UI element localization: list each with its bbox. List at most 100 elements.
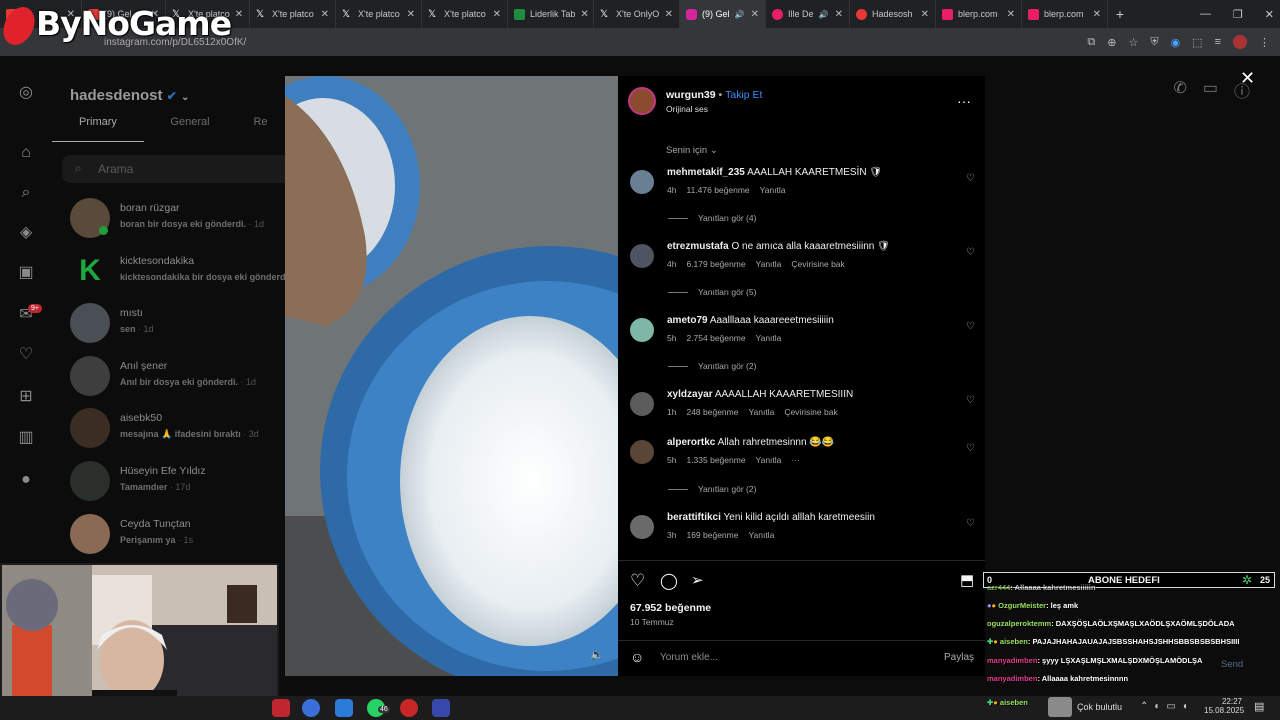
reply-button[interactable]: Yanıtla (760, 185, 786, 195)
profile-avatar[interactable]: ● (17, 471, 35, 489)
new-tab-button[interactable]: + (1108, 6, 1132, 22)
close-tab-icon[interactable]: ✕ (321, 9, 329, 20)
avatar[interactable] (630, 244, 654, 268)
extensions-icon[interactable]: ⬚ (1192, 36, 1202, 49)
dashboard-icon[interactable]: ▥ (17, 429, 35, 447)
browser-tab[interactable]: blerp.com ✕ (1022, 0, 1108, 28)
phone-icon[interactable]: ✆ (1173, 78, 1186, 102)
search-icon[interactable]: ⌕ (17, 184, 35, 202)
comment-input[interactable]: Yorum ekle... (660, 652, 718, 663)
like-count[interactable]: 6.179 beğenme (686, 259, 745, 269)
comment-user[interactable]: etrezmustafa (667, 241, 729, 252)
browser-tab[interactable]: 𝕏 X'te platco ✕ (422, 0, 508, 28)
mute-icon[interactable]: 🔈 (590, 648, 604, 661)
like-count[interactable]: 2.754 beğenme (686, 333, 745, 343)
like-heart-icon[interactable]: ♡ (966, 247, 975, 258)
reply-button[interactable]: Yanıtla (748, 407, 774, 417)
conversation-item[interactable]: Ceyda Tunçtan Perişanım ya · 1s (70, 514, 285, 562)
system-tray-icons[interactable]: ⌃◐▭◖ (1140, 701, 1194, 712)
taskbar-app-icon[interactable] (432, 699, 450, 717)
comment-options-icon[interactable]: ··· (791, 455, 800, 465)
tab-general[interactable]: General (144, 116, 236, 142)
close-tab-icon[interactable]: ✕ (835, 9, 843, 20)
comment-sort-dropdown[interactable]: Senin için ⌄ (666, 145, 718, 156)
view-replies-link[interactable]: Yanıtları gör (2) (668, 361, 756, 371)
close-tab-icon[interactable]: ✕ (235, 9, 243, 20)
emoji-icon[interactable]: ☺ (630, 649, 644, 665)
like-count[interactable]: 248 beğenme (686, 407, 738, 417)
browser-tab[interactable]: Ille De 🔊 ✕ (766, 0, 850, 28)
notifications-heart-icon[interactable]: ♡ (17, 346, 35, 364)
instagram-logo-icon[interactable]: ◎ (17, 84, 35, 102)
close-tab-icon[interactable]: ✕ (1007, 9, 1015, 20)
post-video[interactable]: 🔈 (285, 76, 618, 676)
profile-avatar[interactable] (1233, 35, 1247, 49)
like-heart-icon[interactable]: ♡ (966, 395, 975, 406)
comment-user[interactable]: xyldzayar (667, 389, 713, 400)
share-send-icon[interactable]: ➢ (691, 571, 704, 589)
like-heart-icon[interactable]: ♡ (966, 173, 975, 184)
conversation-item[interactable]: Kkicktesondakika kicktesondakika bir dosy… (70, 251, 290, 299)
audio-label[interactable]: Orijinal ses (666, 104, 708, 114)
media-control-icon[interactable]: ≡ (1215, 36, 1221, 48)
conversation-item[interactable]: boran rüzgar boran bir dosya eki gönderdi… (70, 198, 285, 246)
tab-primary[interactable]: Primary (52, 116, 144, 142)
follow-button[interactable]: Takip Et (725, 89, 762, 101)
reply-button[interactable]: Yanıtla (748, 530, 774, 540)
reels-icon[interactable]: ▣ (17, 264, 35, 282)
avatar[interactable] (630, 392, 654, 416)
browser-tab[interactable]: 𝕏 X'te platco ✕ (336, 0, 422, 28)
like-heart-icon[interactable]: ♡ (966, 443, 975, 454)
avatar[interactable] (630, 318, 654, 342)
close-modal-icon[interactable]: ✕ (1240, 68, 1255, 89)
view-replies-link[interactable]: Yanıtları gör (2) (668, 484, 756, 494)
comment-icon[interactable]: ◯ (660, 571, 678, 591)
bookmark-star-icon[interactable]: ☆ (1128, 36, 1138, 49)
save-bookmark-icon[interactable]: ⬒ (960, 571, 974, 589)
comment-user[interactable]: berattiftikci (667, 512, 721, 523)
weather-text[interactable]: Çok bulutlu (1077, 702, 1122, 712)
shield-extension-icon[interactable]: ⛨ (1150, 36, 1158, 49)
obs-icon[interactable] (400, 699, 418, 717)
menu-kebab-icon[interactable]: ⋮ (1259, 36, 1270, 49)
video-call-icon[interactable]: ▭ (1203, 78, 1218, 102)
post-like-count[interactable]: 67.952 beğenme (630, 602, 711, 614)
close-tab-icon[interactable]: ✕ (665, 9, 673, 20)
translate-link[interactable]: Çevirisine bak (791, 259, 844, 269)
explore-icon[interactable]: ◈ (17, 224, 35, 242)
close-tab-icon[interactable]: ✕ (1093, 9, 1101, 20)
like-heart-icon[interactable]: ♡ (966, 321, 975, 332)
browser-tab[interactable]: Liderlik Tab ✕ (508, 0, 594, 28)
avatar[interactable] (630, 515, 654, 539)
shield-app-icon[interactable] (335, 699, 353, 717)
like-count[interactable]: 1.335 beğenme (686, 455, 745, 465)
conversation-item[interactable]: mıstı sen · 1d (70, 303, 285, 351)
browser-tab[interactable]: 𝕏 X'te OnlyO ✕ (594, 0, 680, 28)
post-comment-button[interactable]: Paylaş (944, 652, 974, 663)
reply-button[interactable]: Yanıtla (756, 455, 782, 465)
author-avatar[interactable] (628, 87, 656, 115)
clock[interactable]: 22:27 15.08.2025 (1204, 697, 1244, 715)
more-options-icon[interactable]: ··· (957, 93, 971, 109)
browser-tab[interactable]: 𝕏 X'te platco ✕ (250, 0, 336, 28)
close-tab-icon[interactable]: ✕ (493, 9, 501, 20)
author-username[interactable]: wurgun39 (666, 89, 716, 101)
browser-tab-active[interactable]: (9) Gel 🔊 ✕ (680, 0, 766, 28)
install-app-icon[interactable]: ⧉ (1087, 36, 1095, 49)
close-tab-icon[interactable]: ✕ (751, 9, 759, 20)
avatar[interactable] (630, 440, 654, 464)
dm-search-input[interactable]: ⌕ Arama (62, 155, 290, 183)
reply-button[interactable]: Yanıtla (756, 259, 782, 269)
view-replies-link[interactable]: Yanıtları gör (5) (668, 287, 756, 297)
translate-link[interactable]: Çevirisine bak (784, 407, 837, 417)
tab-requests[interactable]: Re (236, 116, 285, 142)
comment-user[interactable]: alperortkc (667, 437, 715, 448)
close-tab-icon[interactable]: ✕ (580, 9, 588, 20)
chat-send-button[interactable]: Send (1221, 659, 1243, 670)
like-heart-icon[interactable]: ♡ (630, 571, 645, 591)
chrome-icon[interactable] (302, 699, 320, 717)
like-count[interactable]: 169 beğenme (686, 530, 738, 540)
comment-user[interactable]: ameto79 (667, 315, 708, 326)
conversation-item[interactable]: aisebk50 mesajına 🙏 ifadesini bıraktı · 3… (70, 408, 285, 456)
view-replies-link[interactable]: Yanıtları gör (4) (668, 213, 756, 223)
